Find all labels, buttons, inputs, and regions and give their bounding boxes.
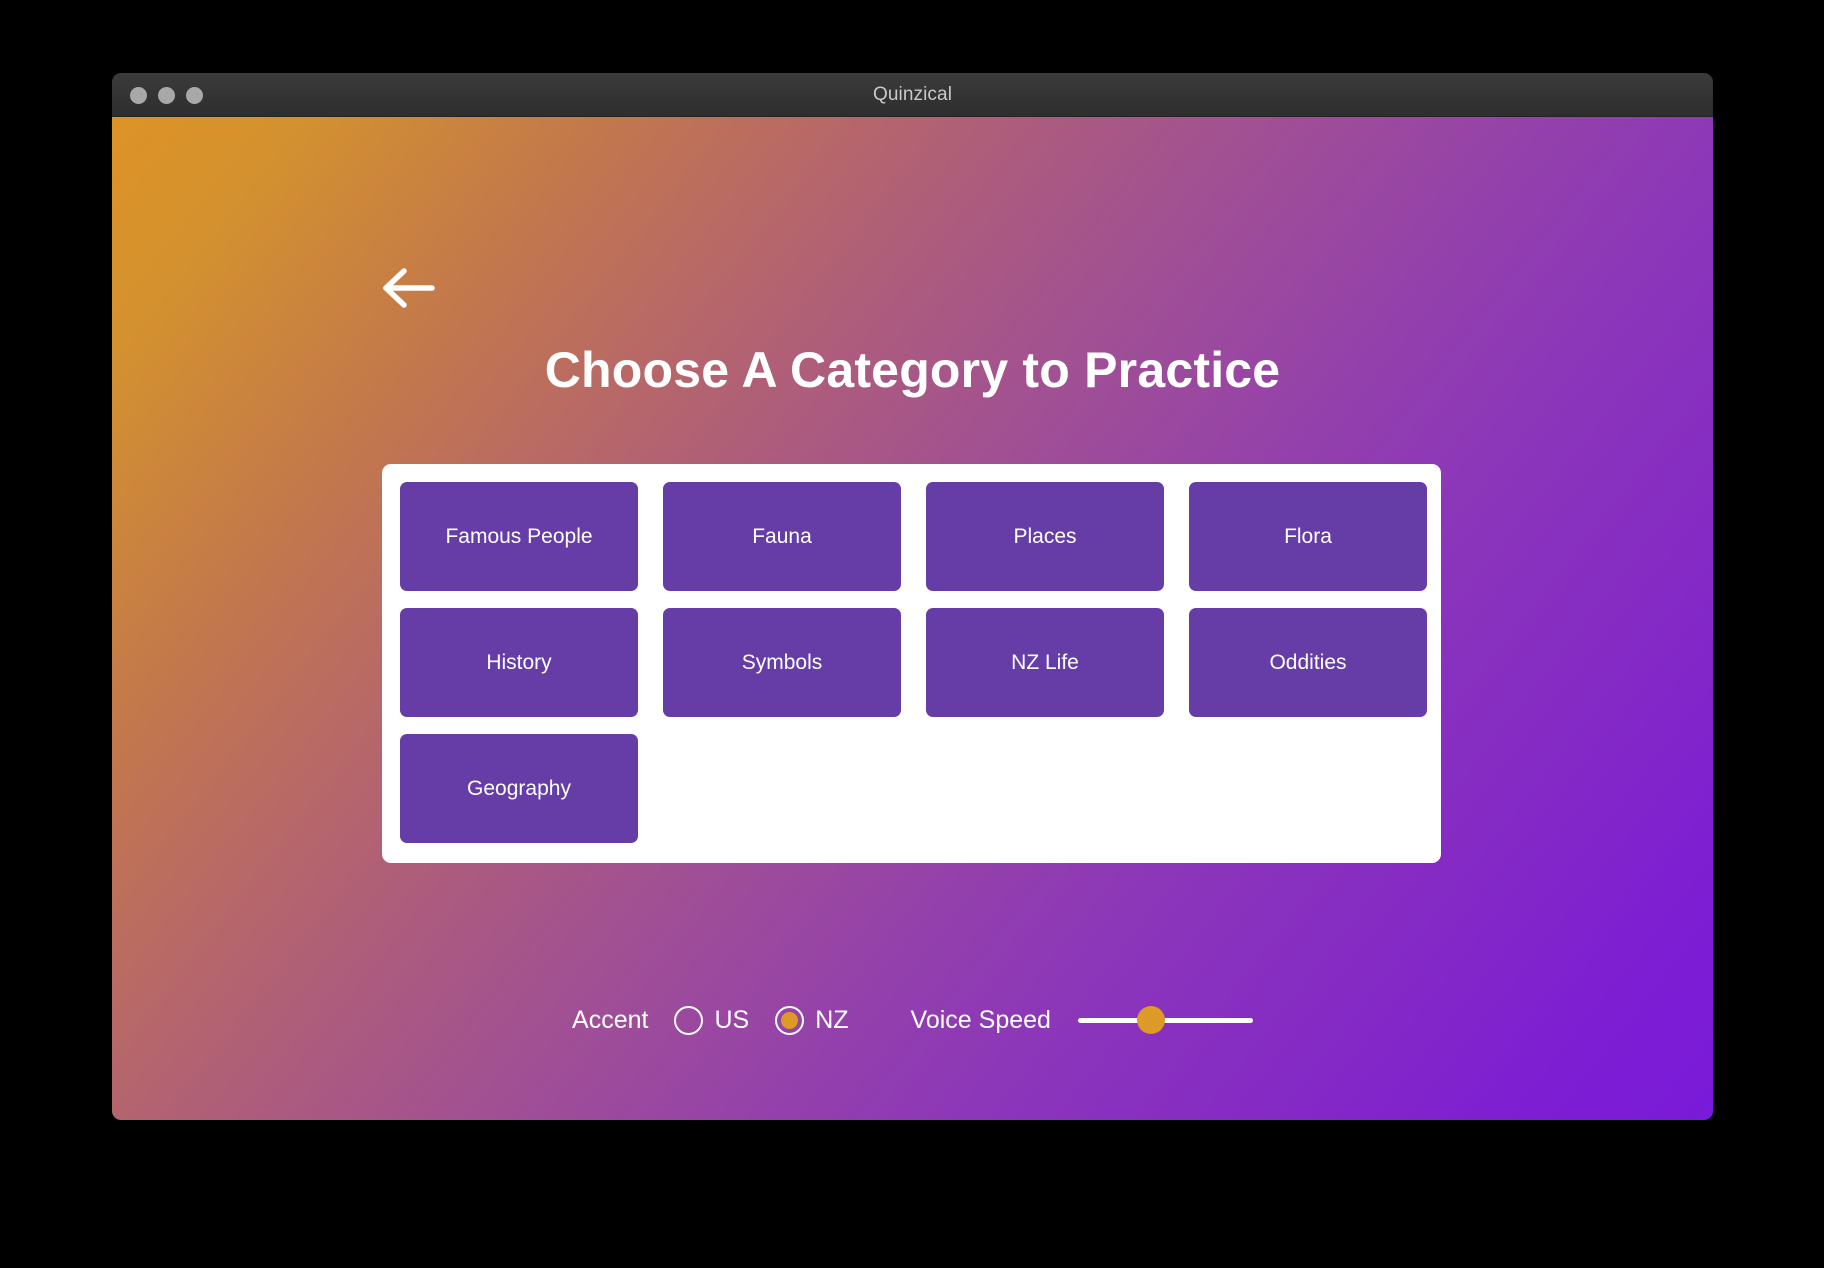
app-content: Choose A Category to Practice Famous Peo… (112, 117, 1713, 1120)
radio-unselected-icon (674, 1005, 704, 1035)
close-button[interactable] (130, 86, 147, 104)
slider-track (1077, 1018, 1253, 1023)
category-button-fauna[interactable]: Fauna (663, 482, 901, 591)
accent-radio-us[interactable]: US (674, 1005, 750, 1035)
category-card: Famous People Fauna Places Flora History… (382, 464, 1441, 863)
back-button[interactable] (380, 265, 440, 311)
voice-speed-setting: Voice Speed (911, 1005, 1253, 1035)
category-grid: Famous People Fauna Places Flora History… (400, 482, 1427, 843)
category-button-symbols[interactable]: Symbols (663, 608, 901, 717)
app-window: Quinzical Choose A Category to Practice … (112, 73, 1713, 1120)
window-titlebar: Quinzical (112, 73, 1713, 117)
category-button-geography[interactable]: Geography (400, 734, 638, 843)
minimize-button[interactable] (158, 86, 175, 104)
accent-radio-nz[interactable]: NZ (775, 1005, 849, 1035)
accent-radio-us-label: US (714, 1005, 750, 1034)
accent-label: Accent (572, 1005, 649, 1034)
arrow-left-icon (383, 268, 435, 308)
category-button-oddities[interactable]: Oddities (1189, 608, 1427, 717)
window-controls (130, 73, 203, 117)
window-title: Quinzical (872, 83, 953, 105)
category-button-famous-people[interactable]: Famous People (400, 482, 638, 591)
category-button-flora[interactable]: Flora (1189, 482, 1427, 591)
voice-speed-slider[interactable] (1077, 1005, 1253, 1035)
category-button-history[interactable]: History (400, 608, 638, 717)
category-button-nz-life[interactable]: NZ Life (926, 608, 1164, 717)
settings-bar: Accent US NZ Voice Speed (112, 1005, 1713, 1035)
accent-radio-nz-label: NZ (815, 1005, 849, 1034)
radio-selected-icon (775, 1005, 805, 1035)
screen-root: Quinzical Choose A Category to Practice … (0, 0, 1824, 1268)
page-title: Choose A Category to Practice (544, 342, 1281, 398)
slider-thumb[interactable] (1137, 1006, 1166, 1034)
voice-speed-label: Voice Speed (910, 1005, 1051, 1034)
accent-setting: Accent US NZ (572, 1005, 849, 1035)
maximize-button[interactable] (186, 86, 203, 104)
category-button-places[interactable]: Places (926, 482, 1164, 591)
